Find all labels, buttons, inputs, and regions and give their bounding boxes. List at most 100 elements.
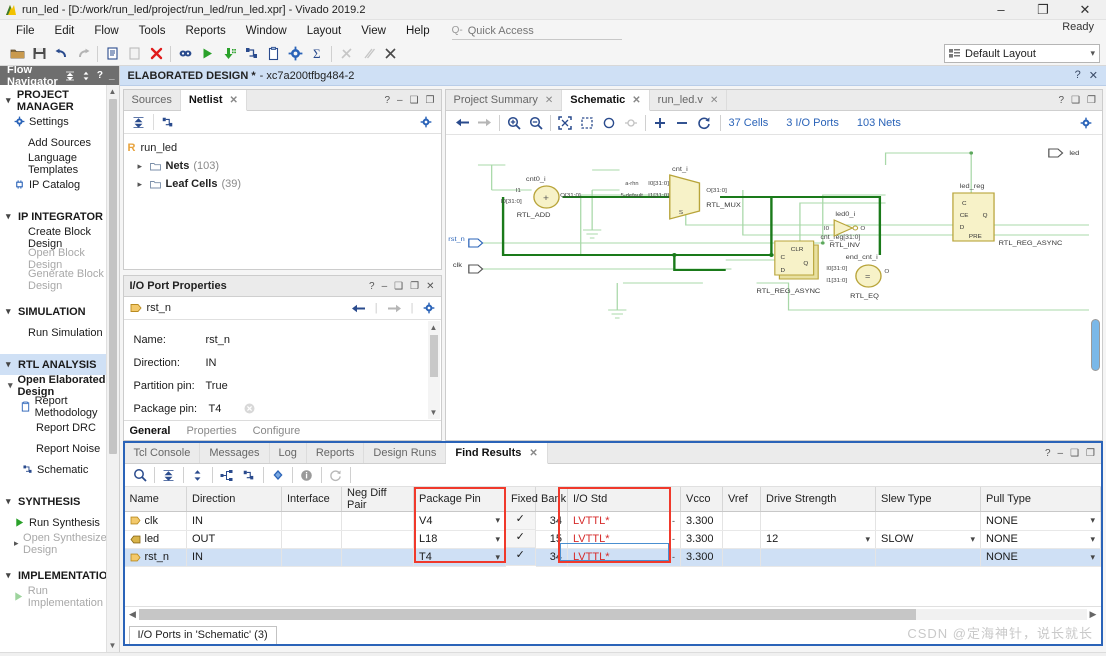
cell-drive-strength[interactable] bbox=[760, 548, 876, 567]
col-neg-diff-pair[interactable]: Neg Diff Pair bbox=[341, 487, 414, 512]
zoom-out-icon[interactable] bbox=[525, 112, 547, 134]
chevron-down-icon[interactable]: ▾ bbox=[970, 534, 975, 545]
schematic-stat-cells[interactable]: 37 Cells bbox=[729, 117, 769, 129]
sidebar-item-run-simulation[interactable]: Run Simulation bbox=[0, 322, 119, 343]
close-icon[interactable]: ✕ bbox=[632, 95, 640, 106]
chevron-down-icon[interactable]: ▾ bbox=[495, 515, 500, 526]
minimize-icon[interactable]: – bbox=[1058, 448, 1064, 459]
menu-view[interactable]: View bbox=[351, 21, 396, 41]
close-icon[interactable]: ✕ bbox=[426, 281, 434, 292]
dropdown-dash-icon[interactable]: - bbox=[672, 516, 675, 526]
cell-name[interactable]: led bbox=[124, 530, 187, 549]
io-props-scrollbar[interactable]: ▲ ▼ bbox=[427, 321, 440, 419]
tab-netlist[interactable]: Netlist ✕ bbox=[180, 90, 247, 111]
sidebar-item-report-drc[interactable]: Report DRC bbox=[0, 417, 119, 438]
schematic-stat-io-ports[interactable]: 3 I/O Ports bbox=[786, 117, 839, 129]
maximize-icon[interactable]: ❑ bbox=[394, 281, 403, 292]
chevron-right-icon[interactable]: ▸ bbox=[138, 179, 150, 190]
cell-drive-strength[interactable]: 12 ▾ bbox=[760, 530, 876, 549]
maximize-icon[interactable]: ❑ bbox=[1070, 448, 1079, 459]
read-icon[interactable] bbox=[174, 43, 196, 65]
tab-configure[interactable]: Configure bbox=[253, 425, 301, 437]
cell-slew-type[interactable]: SLOW ▾ bbox=[875, 530, 981, 549]
close-icon[interactable]: ✕ bbox=[545, 95, 553, 106]
schematic-icon[interactable] bbox=[157, 111, 179, 133]
col-name[interactable]: Name bbox=[124, 487, 187, 512]
close-x-icon[interactable] bbox=[145, 43, 167, 65]
tab-general[interactable]: General bbox=[130, 425, 171, 437]
cell-pull-type[interactable]: NONE ▾ bbox=[980, 548, 1101, 567]
minimize-icon[interactable]: _ bbox=[109, 70, 115, 81]
sidebar-item-schematic[interactable]: Schematic bbox=[0, 459, 119, 480]
chevron-down-icon[interactable]: ▾ bbox=[1090, 552, 1095, 563]
menu-edit[interactable]: Edit bbox=[45, 21, 85, 41]
find-results-horizontal-scrollbar[interactable]: ◀ ▶ bbox=[124, 606, 1101, 622]
cell-pull-type[interactable]: NONE ▾ bbox=[980, 511, 1101, 531]
scroll-up-icon[interactable]: ▲ bbox=[428, 321, 440, 334]
cell-io-std[interactable]: LVTTL* - bbox=[567, 530, 681, 549]
scrollbar-thumb[interactable] bbox=[429, 335, 438, 377]
scroll-right-icon[interactable]: ▶ bbox=[1087, 609, 1099, 620]
cell-package-pin[interactable]: L18 ▾ bbox=[413, 530, 506, 549]
help-icon[interactable]: ? bbox=[97, 70, 103, 81]
gear-icon[interactable] bbox=[1075, 112, 1097, 134]
open-project-icon[interactable] bbox=[6, 43, 28, 65]
chevron-down-icon[interactable]: ▾ bbox=[1090, 534, 1095, 545]
table-row[interactable]: clk IN V4 ▾ ✓ 34 LVTTL* - 3.300 NONE ▾ bbox=[124, 511, 1101, 531]
sidebar-section-rtl-analysis[interactable]: ▾ RTL ANALYSIS bbox=[0, 354, 119, 375]
gear-icon[interactable] bbox=[415, 111, 437, 133]
maximize-icon[interactable]: ❑ bbox=[410, 95, 419, 106]
tab-messages[interactable]: Messages bbox=[200, 443, 270, 463]
zoom-fit-icon[interactable] bbox=[554, 112, 576, 134]
sidebar-section-synthesis[interactable]: ▾ SYNTHESIS bbox=[0, 491, 119, 512]
menu-tools[interactable]: Tools bbox=[129, 21, 176, 41]
settings-icon[interactable] bbox=[284, 43, 306, 65]
cell-drive-strength[interactable] bbox=[760, 511, 876, 531]
table-row[interactable]: led OUT L18 ▾ ✓ 15 LVTTL* - 3.300 12 ▾ S… bbox=[124, 530, 1101, 549]
col-bank[interactable]: Bank bbox=[535, 487, 568, 512]
cell-slew-type[interactable] bbox=[875, 548, 981, 567]
package-pin-input[interactable]: T4 bbox=[206, 401, 255, 417]
maximize-button[interactable]: ❐ bbox=[1022, 0, 1064, 20]
scrollbar-thumb[interactable] bbox=[1091, 319, 1100, 371]
sidebar-section-simulation[interactable]: ▾ SIMULATION bbox=[0, 301, 119, 322]
expand-icon[interactable] bbox=[81, 71, 91, 81]
hierarchy-icon[interactable] bbox=[216, 464, 238, 486]
cell-name[interactable]: clk bbox=[124, 511, 187, 531]
close-icon[interactable]: ✕ bbox=[710, 95, 718, 106]
tab-schematic[interactable]: Schematic ✕ bbox=[562, 90, 650, 111]
scrollbar-thumb[interactable] bbox=[108, 99, 117, 454]
maximize-icon[interactable]: ❑ bbox=[1071, 95, 1080, 106]
chevron-down-icon[interactable]: ▾ bbox=[865, 534, 870, 545]
menu-reports[interactable]: Reports bbox=[176, 21, 236, 41]
schematic-canvas[interactable]: + cnt0_i I1 I0[31:0] O[31:0] RTL_ADD cnt… bbox=[445, 135, 1102, 440]
field-package-pin[interactable]: Package pin: T4 bbox=[134, 397, 441, 420]
minimize-icon[interactable]: – bbox=[382, 281, 388, 292]
col-fixed[interactable]: Fixed bbox=[505, 487, 538, 512]
float-icon[interactable]: ❐ bbox=[410, 281, 419, 292]
sidebar-item-report-methodology[interactable]: Report Methodology bbox=[0, 395, 119, 419]
sidebar-item-add-sources[interactable]: Add Sources bbox=[0, 132, 119, 153]
minimize-icon[interactable]: – bbox=[397, 95, 403, 106]
plus-icon[interactable] bbox=[649, 112, 671, 134]
dropdown-dash-icon[interactable]: - bbox=[672, 534, 675, 544]
collapse-all-icon[interactable] bbox=[158, 464, 180, 486]
netlist-item-nets[interactable]: ▸ Nets (103) bbox=[128, 157, 441, 175]
cell-io-std[interactable]: LVTTL* - bbox=[567, 511, 681, 531]
scrollbar-track[interactable] bbox=[138, 609, 1087, 620]
implement-icon[interactable] bbox=[218, 43, 240, 65]
col-package-pin[interactable]: Package Pin bbox=[413, 487, 506, 512]
gear-icon[interactable] bbox=[423, 302, 435, 314]
float-icon[interactable]: ❐ bbox=[1086, 448, 1095, 459]
report-icon[interactable] bbox=[262, 43, 284, 65]
menu-layout[interactable]: Layout bbox=[297, 21, 352, 41]
schematic-vertical-scrollbar[interactable] bbox=[1089, 135, 1102, 440]
sum-icon[interactable]: Σ bbox=[306, 43, 328, 65]
scroll-up-icon[interactable]: ▲ bbox=[107, 85, 119, 98]
netlist-item-leaf-cells[interactable]: ▸ Leaf Cells (39) bbox=[128, 175, 441, 193]
menu-window[interactable]: Window bbox=[236, 21, 297, 41]
menu-file[interactable]: File bbox=[6, 21, 45, 41]
quick-access-input[interactable] bbox=[465, 23, 606, 38]
cell-fixed[interactable]: ✓ bbox=[506, 530, 536, 548]
sort-icon[interactable] bbox=[187, 464, 209, 486]
